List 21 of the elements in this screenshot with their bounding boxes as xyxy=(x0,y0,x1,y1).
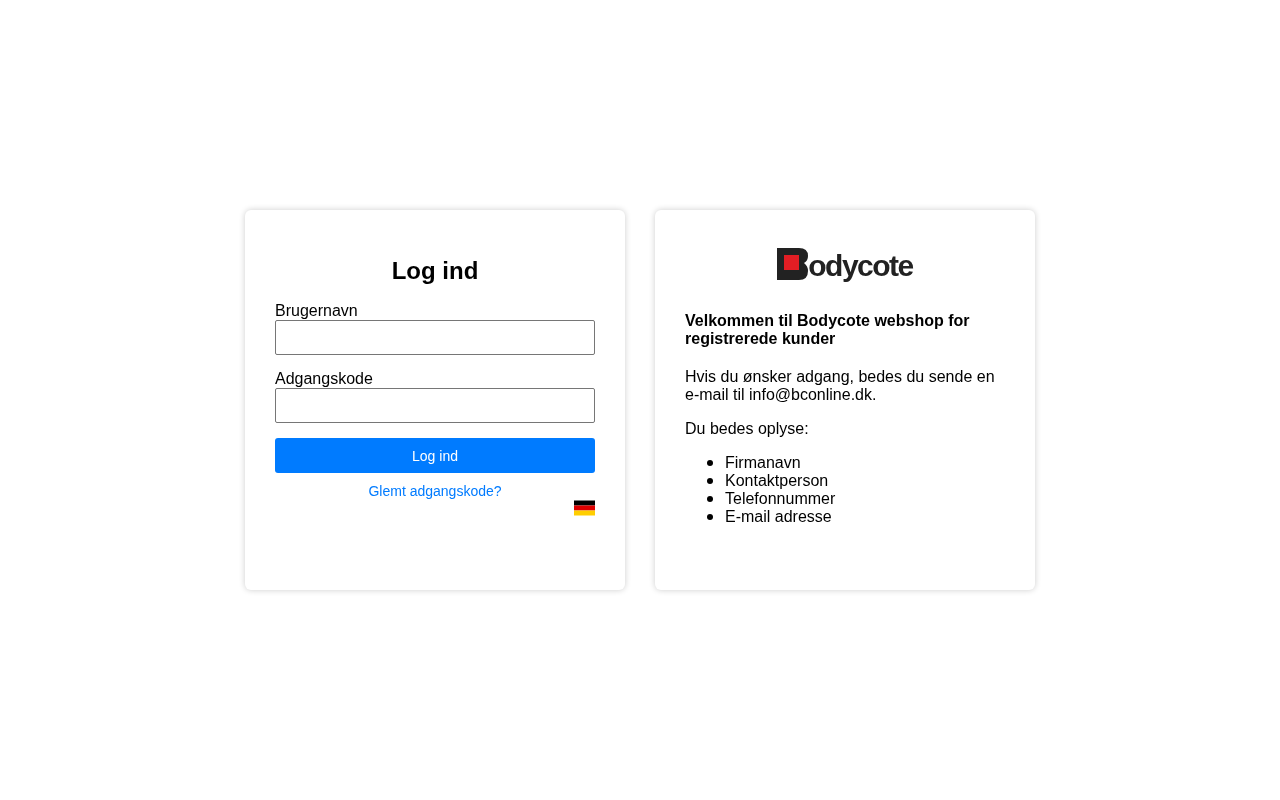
forgot-password-link[interactable]: Glemt adgangskode? xyxy=(368,483,502,499)
bullet-icon xyxy=(707,514,713,520)
info-text: Hvis du ønsker adgang, bedes du sende en e-mail til info@bconline.dk. xyxy=(685,368,996,404)
input-field[interactable] xyxy=(275,388,595,423)
bullet-icon xyxy=(707,496,713,502)
input-field[interactable] xyxy=(275,320,595,355)
logo-text: odycote xyxy=(808,252,913,280)
info-text: Du bedes oplyse: xyxy=(685,420,810,438)
list-item: Firmanavn xyxy=(725,454,801,472)
flag-icon[interactable] xyxy=(574,500,595,516)
login-title: Log ind xyxy=(390,257,480,285)
welcome-heading: Velkommen til Bodycote webshop for registrerede kunder xyxy=(685,312,971,348)
bullet-icon xyxy=(707,460,713,466)
field-label: Adgangskode xyxy=(275,370,373,388)
login-button[interactable]: Log ind xyxy=(275,438,595,473)
list-item: E-mail adresse xyxy=(725,508,832,526)
list-item: Telefonnummer xyxy=(725,490,836,508)
field-label: Brugernavn xyxy=(275,302,358,320)
logo-mark-icon xyxy=(777,248,809,280)
bullet-icon xyxy=(707,478,713,484)
list-item: Kontaktperson xyxy=(725,472,829,490)
